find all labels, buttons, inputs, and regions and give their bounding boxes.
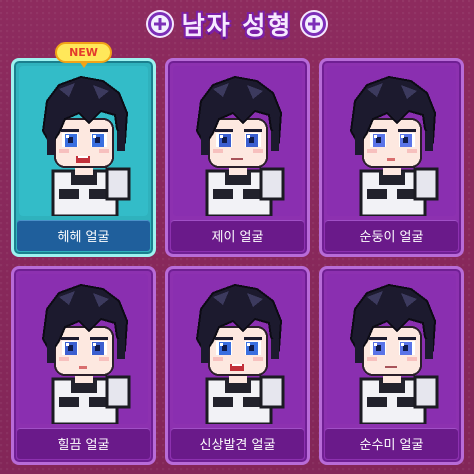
character-portrait [337, 279, 447, 424]
character-portrait [183, 279, 293, 424]
face-card-1[interactable]: 헤헤 얼굴 [11, 58, 156, 257]
character-portrait [183, 71, 293, 216]
face-label: 순둥이 얼굴 [325, 220, 458, 251]
face-card-2[interactable]: 제이 얼굴 [165, 58, 310, 257]
mouth-icon [384, 366, 397, 368]
face-card-6[interactable]: 순수미 얼굴 [319, 266, 464, 465]
face-label: 힐끔 얼굴 [17, 428, 150, 459]
mouth-icon [78, 366, 87, 369]
face-card-4[interactable]: 힐끔 얼굴 [11, 266, 156, 465]
character-portrait [29, 279, 139, 424]
mouth-icon [230, 158, 243, 160]
mouth-icon [386, 158, 395, 161]
character-portrait [337, 71, 447, 216]
face-label: 순수미 얼굴 [325, 428, 458, 459]
header: 남자 성형 [0, 0, 474, 48]
character-portrait [29, 71, 139, 216]
new-badge: NEW [55, 42, 112, 68]
face-label: 신상발견 얼굴 [171, 428, 304, 459]
page-title: 남자 성형 [181, 11, 293, 40]
face-card-3[interactable]: 순둥이 얼굴 [319, 58, 464, 257]
face-label: 제이 얼굴 [171, 220, 304, 251]
face-card-5[interactable]: 신상발견 얼굴 [165, 266, 310, 465]
plus-right-icon [302, 12, 327, 36]
face-label: 헤헤 얼굴 [17, 220, 150, 251]
plus-left-icon [147, 12, 172, 36]
